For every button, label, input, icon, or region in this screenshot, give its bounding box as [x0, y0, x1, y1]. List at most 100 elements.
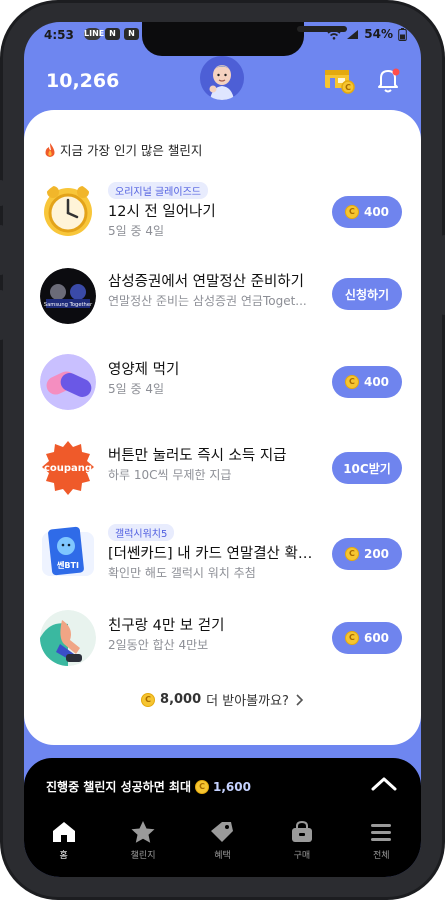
fire-icon — [45, 142, 55, 157]
challenge-subtitle: 5일 중 4일 — [108, 382, 165, 396]
challenge-text: 영양제 먹기 5일 중 4일 — [108, 360, 318, 398]
coin-icon: C — [195, 779, 210, 794]
more-challenges-link[interactable]: C 8,000 더 받아볼까요? — [24, 690, 421, 709]
points-balance[interactable]: 10,266 — [46, 70, 119, 92]
challenge-title: [더쎈카드] 내 카드 연말결산 확인하기 — [108, 546, 323, 562]
coin-icon: C — [344, 547, 359, 561]
reward-amount: 600 — [363, 631, 390, 645]
reward-button[interactable]: C 400 — [332, 366, 402, 398]
phone-frame: 4:53 LINE N N 54% 10,266 C 지금 가장 인기 많은 챌… — [0, 0, 445, 900]
coin-icon: C — [344, 205, 359, 219]
nav-label: 홈 — [59, 851, 68, 861]
claim-button[interactable]: 10C받기 — [332, 452, 402, 484]
app-header: 10,266 C — [24, 56, 421, 116]
challenge-title: 영양제 먹기 — [108, 362, 180, 378]
promo-banner[interactable]: 진행중 챌린지 성공하면 최대 C 1,600 — [46, 778, 251, 795]
more-amount: 8,000 — [160, 692, 202, 707]
challenge-text: 갤럭시워치5 [더쎈카드] 내 카드 연말결산 확인하기 확인만 해도 갤럭시 … — [108, 522, 323, 582]
coupang-thumbnail: coupang — [40, 440, 96, 496]
menu-icon — [371, 824, 392, 841]
chevron-up-icon[interactable] — [371, 776, 397, 792]
challenge-item[interactable]: 영양제 먹기 5일 중 4일 C 400 — [40, 352, 402, 412]
challenge-item[interactable]: coupang 버튼만 눌러도 즉시 소득 지급 하루 10C씩 무제한 지급 … — [40, 438, 402, 498]
nav-label: 전체 — [372, 851, 390, 861]
promo-text: 진행중 챌린지 성공하면 최대 — [46, 780, 192, 794]
challenge-item[interactable]: 오리지널 글레이즈드 12시 전 일어나기 5일 중 4일 C 400 — [40, 180, 402, 240]
challenge-title: 삼성증권에서 연말정산 준비하기 — [108, 274, 304, 290]
status-time: 4:53 — [44, 28, 74, 42]
challenge-subtitle: 하루 10C씩 무제한 지급 — [108, 468, 232, 482]
challenge-badge: 갤럭시워치5 — [108, 524, 175, 541]
home-icon — [52, 822, 75, 842]
challenge-text: 삼성증권에서 연말정산 준비하기 연말정산 준비는 삼성증권 연금Toget..… — [108, 272, 323, 310]
challenge-subtitle: 확인만 해도 갤럭시 워치 추첨 — [108, 566, 256, 580]
notification-icons: LINE N N — [84, 28, 147, 40]
nav-home[interactable]: 홈 — [34, 820, 94, 877]
reward-button[interactable]: C 200 — [332, 538, 402, 570]
section-title: 지금 가장 인기 많은 챌린지 — [60, 143, 203, 158]
svg-text:C: C — [345, 83, 351, 92]
challenge-title: 친구랑 4만 보 걷기 — [108, 618, 225, 634]
bottom-panel: 진행중 챌린지 성공하면 최대 C 1,600 홈 챌린지 혜택 구매 전체 — [24, 758, 421, 877]
store-icon[interactable]: C — [322, 64, 355, 96]
challenge-text: 버튼만 눌러도 즉시 소득 지급 하루 10C씩 무제한 지급 — [108, 446, 323, 484]
nav-benefit[interactable]: 혜택 — [192, 820, 252, 877]
reward-button[interactable]: C 400 — [332, 196, 402, 228]
nav-all[interactable]: 전체 — [351, 820, 411, 877]
naver-icon: N — [124, 28, 139, 40]
chevron-right-icon — [296, 693, 304, 706]
nav-label: 구매 — [293, 851, 311, 861]
card-thumbnail: 쎈BTI — [40, 524, 96, 580]
coin-icon: C — [344, 631, 359, 645]
coin-icon: C — [141, 692, 156, 707]
challenge-list-card: 지금 가장 인기 많은 챌린지 오리지널 글레이즈드 12시 전 일어나기 5일… — [24, 110, 421, 745]
camera-notch — [142, 22, 347, 56]
battery-text: 54% — [364, 27, 393, 41]
nav-label: 혜택 — [214, 851, 231, 861]
samsung-together-thumbnail: Samsung Together — [40, 268, 96, 324]
apply-button[interactable]: 신청하기 — [332, 278, 402, 310]
signal-icon — [347, 29, 359, 39]
challenge-text: 오리지널 글레이즈드 12시 전 일어나기 5일 중 4일 — [108, 180, 318, 240]
alarm-clock-thumbnail — [40, 182, 96, 238]
reward-amount: 200 — [363, 547, 390, 561]
profile-avatar[interactable] — [200, 56, 244, 100]
nav-purchase[interactable]: 구매 — [272, 820, 332, 877]
status-bar: 4:53 LINE N N 54% — [24, 22, 421, 56]
challenge-title: 12시 전 일어나기 — [108, 204, 216, 220]
system-icons: 54% — [327, 27, 407, 41]
side-button — [0, 180, 4, 206]
samsung-label: Samsung Together — [44, 302, 93, 308]
coin-icon: C — [344, 375, 359, 389]
challenge-item[interactable]: 쎈BTI 갤럭시워치5 [더쎈카드] 내 카드 연말결산 확인하기 확인만 해도… — [40, 522, 402, 582]
vitamin-pill-thumbnail — [40, 354, 96, 410]
battery-icon — [398, 27, 407, 41]
nav-challenge[interactable]: 챌린지 — [113, 820, 173, 877]
volume-up-button — [0, 225, 4, 275]
nav-label: 챌린지 — [130, 851, 156, 861]
notification-bell-icon[interactable] — [372, 64, 404, 96]
naver-icon: N — [105, 28, 120, 40]
challenge-subtitle: 5일 중 4일 — [108, 224, 165, 238]
reward-amount: 400 — [363, 205, 390, 219]
challenge-subtitle: 2일동안 합산 4만보 — [108, 638, 209, 652]
walking-thumbnail — [40, 610, 96, 666]
wifi-icon — [327, 29, 341, 40]
app-screen: 4:53 LINE N N 54% 10,266 C 지금 가장 인기 많은 챌… — [24, 22, 421, 877]
section-heading: 지금 가장 인기 많은 챌린지 — [44, 140, 202, 159]
bottom-navigation: 홈 챌린지 혜택 구매 전체 — [24, 820, 421, 877]
reward-button[interactable]: C 600 — [332, 622, 402, 654]
challenge-badge: 오리지널 글레이즈드 — [108, 182, 208, 199]
bag-icon — [291, 820, 312, 842]
challenge-item[interactable]: 친구랑 4만 보 걷기 2일동안 합산 4만보 C 600 — [40, 608, 402, 668]
more-text: 더 받아볼까요? — [206, 694, 289, 709]
volume-down-button — [0, 290, 4, 340]
coupang-label: coupang — [44, 463, 92, 474]
claim-label: 10C받기 — [343, 461, 391, 476]
challenge-text: 친구랑 4만 보 걷기 2일동안 합산 4만보 — [108, 616, 318, 654]
apply-label: 신청하기 — [344, 287, 390, 302]
challenge-title: 버튼만 눌러도 즉시 소득 지급 — [108, 448, 287, 464]
challenge-item[interactable]: Samsung Together 삼성증권에서 연말정산 준비하기 연말정산 준… — [40, 266, 402, 326]
promo-amount: 1,600 — [213, 779, 251, 794]
card-label: 쎈BTI — [57, 560, 79, 570]
